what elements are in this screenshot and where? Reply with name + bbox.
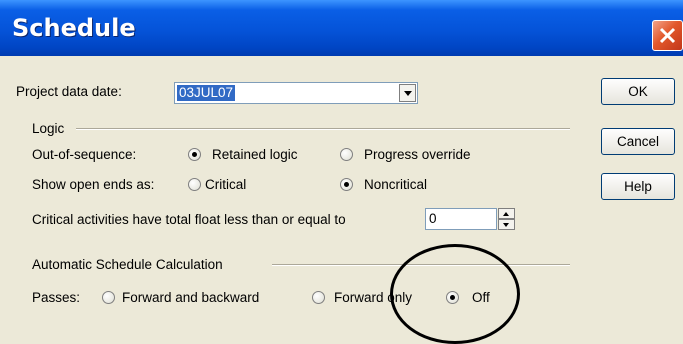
retained-logic-radio[interactable] xyxy=(188,148,201,161)
progress-override-label[interactable]: Progress override xyxy=(364,147,471,162)
progress-override-radio[interactable] xyxy=(340,148,353,161)
arrow-down-icon xyxy=(503,223,509,227)
spin-up-button[interactable] xyxy=(498,208,515,219)
logic-group-label: Logic xyxy=(32,121,65,136)
retained-logic-label[interactable]: Retained logic xyxy=(212,147,298,162)
critical-label[interactable]: Critical xyxy=(205,177,246,192)
close-button[interactable] xyxy=(652,20,683,51)
forward-backward-radio[interactable] xyxy=(102,291,115,304)
ok-button[interactable]: OK xyxy=(601,78,675,105)
passes-label: Passes: xyxy=(32,290,81,305)
title-bar[interactable]: Schedule xyxy=(0,0,683,56)
window-title: Schedule xyxy=(12,14,136,42)
forward-backward-label[interactable]: Forward and backward xyxy=(122,290,259,305)
forward-only-radio[interactable] xyxy=(312,291,325,304)
arrow-up-icon xyxy=(503,212,509,216)
float-stepper[interactable] xyxy=(498,208,515,230)
project-date-select[interactable]: 03JUL07 xyxy=(174,82,418,104)
critical-float-label: Critical activities have total float les… xyxy=(32,212,346,227)
close-icon xyxy=(659,27,676,44)
cancel-button[interactable]: Cancel xyxy=(601,128,675,155)
spin-down-button[interactable] xyxy=(498,219,515,230)
critical-radio[interactable] xyxy=(188,178,201,191)
help-button[interactable]: Help xyxy=(601,173,675,200)
out-of-sequence-label: Out-of-sequence: xyxy=(32,147,137,162)
show-open-ends-label: Show open ends as: xyxy=(32,177,155,192)
noncritical-label[interactable]: Noncritical xyxy=(364,177,427,192)
auto-calc-group-label: Automatic Schedule Calculation xyxy=(32,257,223,272)
float-input[interactable]: 0 xyxy=(425,208,497,230)
noncritical-radio[interactable] xyxy=(340,178,353,191)
chevron-down-icon xyxy=(404,91,412,96)
project-date-value: 03JUL07 xyxy=(177,85,236,101)
dropdown-button[interactable] xyxy=(399,84,416,102)
project-date-label: Project data date: xyxy=(16,84,122,99)
highlight-circle xyxy=(390,244,520,344)
logic-divider xyxy=(76,128,570,130)
